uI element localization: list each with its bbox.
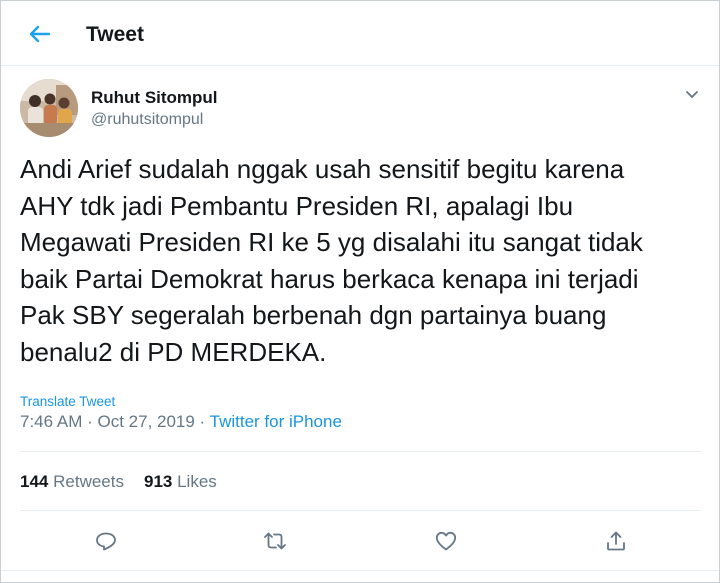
share-icon [607, 531, 625, 551]
tweet-text: Andi Arief sudalah nggak usah sensitif b… [20, 154, 643, 367]
reply-icon [96, 532, 116, 551]
like-button[interactable] [431, 526, 461, 556]
reply-button[interactable] [91, 526, 121, 556]
author-name[interactable]: Ruhut Sitompul [91, 88, 218, 108]
likes-count: 913 [143, 472, 173, 491]
meta-separator: · [82, 412, 98, 431]
page-header: Tweet [1, 1, 719, 66]
retweet-icon [264, 532, 286, 550]
retweets-stat[interactable]: 144 Retweets [20, 472, 124, 491]
translate-tweet-link[interactable]: Translate Tweet [20, 394, 115, 409]
likes-stat[interactable]: 913 Likes [144, 472, 217, 491]
back-button[interactable] [25, 21, 53, 47]
tweet-metadata: 7:46 AM · Oct 27, 2019 · Twitter for iPh… [20, 412, 342, 432]
back-arrow-icon [29, 25, 51, 43]
avatar-photo [20, 79, 78, 137]
divider [20, 510, 701, 511]
divider [20, 451, 701, 452]
page-title: Tweet [86, 23, 144, 46]
author-handle[interactable]: @ruhutsitompul [91, 111, 203, 129]
tweet-date[interactable]: Oct 27, 2019 [97, 412, 194, 431]
likes-label: Likes [177, 472, 217, 491]
tweet-page: Tweet Ruhut Sitompul @ruhutsitompul Andi… [0, 0, 720, 583]
retweet-button[interactable] [260, 526, 290, 556]
share-button[interactable] [601, 526, 631, 556]
like-icon [435, 531, 457, 551]
retweets-label: Retweets [53, 472, 124, 491]
tweet-stats: 144 Retweets 913 Likes [20, 472, 217, 492]
tweet-time[interactable]: 7:46 AM [20, 412, 82, 431]
avatar[interactable] [20, 79, 78, 137]
divider [1, 570, 719, 571]
more-options-button[interactable] [681, 85, 703, 105]
tweet-source-link[interactable]: Twitter for iPhone [210, 412, 342, 431]
meta-separator: · [194, 412, 210, 431]
chevron-down-icon [686, 91, 698, 98]
retweets-count: 144 [20, 472, 49, 491]
